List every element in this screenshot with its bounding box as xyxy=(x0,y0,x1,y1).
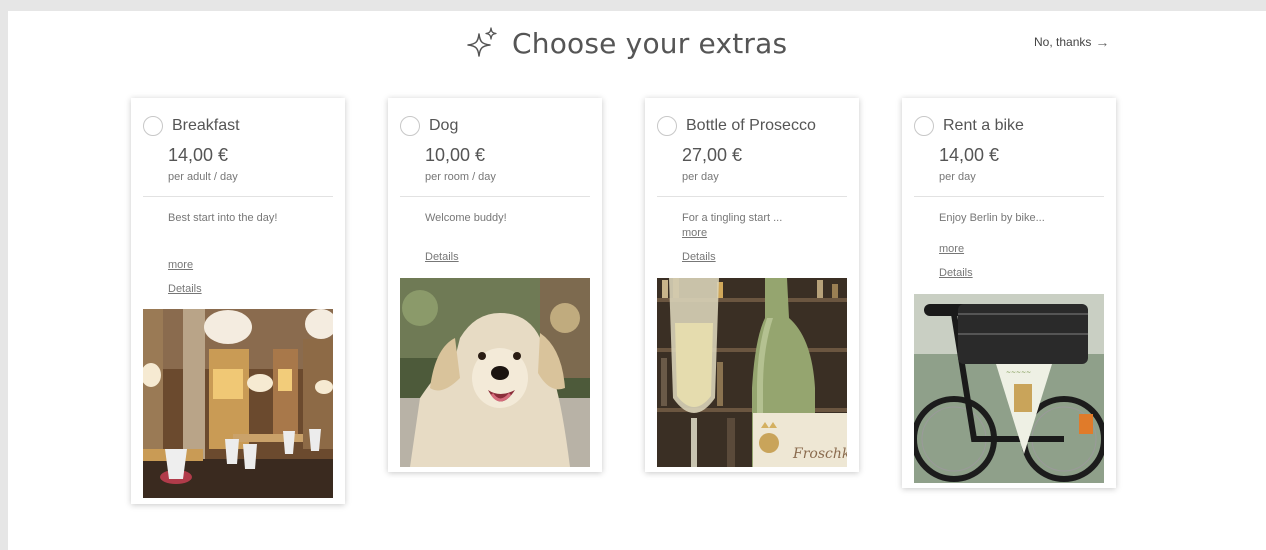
extra-description: Welcome buddy! xyxy=(425,212,507,224)
bottle-label-text: Froschkö xyxy=(792,446,847,462)
extra-card-bike: Rent a bike 14,00 € per day Enjoy Berlin… xyxy=(902,98,1116,488)
details-link[interactable]: Details xyxy=(939,267,973,279)
extra-name: Dog xyxy=(429,117,459,134)
svg-text:~~~~~: ~~~~~ xyxy=(1006,369,1031,376)
extra-price: 10,00 € xyxy=(425,145,486,165)
extra-name: Bottle of Prosecco xyxy=(686,117,816,134)
extra-card-breakfast: Breakfast 14,00 € per adult / day Best s… xyxy=(131,98,345,504)
select-radio[interactable] xyxy=(657,116,677,136)
restaurant-photo xyxy=(143,309,333,498)
select-radio[interactable] xyxy=(914,116,934,136)
extra-price-unit: per day xyxy=(682,171,719,183)
no-thanks-link[interactable]: No, thanks → xyxy=(1034,34,1109,50)
extra-name: Breakfast xyxy=(172,117,240,134)
divider xyxy=(400,196,590,197)
details-link[interactable]: Details xyxy=(682,251,716,263)
title-group: Choose your extras xyxy=(466,22,787,64)
arrow-right-icon: → xyxy=(1095,34,1110,50)
extra-price-unit: per adult / day xyxy=(168,171,238,183)
bike-photo: ~~~~~ xyxy=(914,294,1104,483)
more-link[interactable]: more xyxy=(939,243,964,255)
more-link[interactable]: more xyxy=(168,259,193,271)
divider xyxy=(914,196,1104,197)
details-link[interactable]: Details xyxy=(425,251,459,263)
extra-card-dog: Dog 10,00 € per room / day Welcome buddy… xyxy=(388,98,602,472)
no-thanks-label: No, thanks xyxy=(1034,35,1092,49)
dog-photo xyxy=(400,278,590,467)
header: Choose your extras No, thanks → xyxy=(0,22,1266,64)
more-link[interactable]: more xyxy=(682,227,707,239)
divider xyxy=(143,196,333,197)
select-radio[interactable] xyxy=(400,116,420,136)
page-title: Choose your extras xyxy=(512,26,788,60)
extra-price: 14,00 € xyxy=(939,145,1000,165)
extra-price: 27,00 € xyxy=(682,145,743,165)
prosecco-photo: Froschkö xyxy=(657,278,847,467)
extra-card-prosecco: Bottle of Prosecco 27,00 € per day For a… xyxy=(645,98,859,472)
sparkle-icon xyxy=(467,27,497,57)
extra-price: 14,00 € xyxy=(168,145,229,165)
divider xyxy=(657,196,847,197)
extra-description: Enjoy Berlin by bike... xyxy=(939,212,1045,224)
extra-price-unit: per day xyxy=(939,171,976,183)
extra-description: For a tingling start ... xyxy=(682,212,783,224)
details-link[interactable]: Details xyxy=(168,283,202,295)
extra-description: Best start into the day! xyxy=(168,212,278,224)
select-radio[interactable] xyxy=(143,116,163,136)
extra-name: Rent a bike xyxy=(943,117,1024,134)
extra-price-unit: per room / day xyxy=(425,171,496,183)
